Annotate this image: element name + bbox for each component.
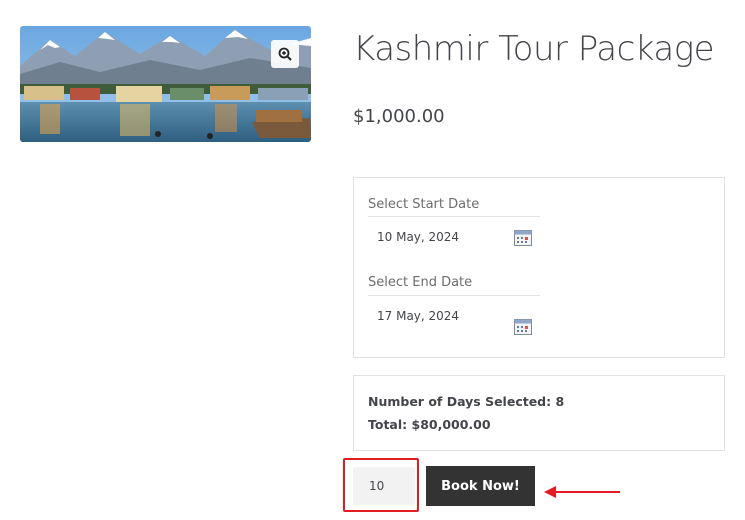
product-price: $1,000.00 — [353, 106, 445, 127]
pointer-arrow-icon — [544, 486, 620, 498]
zoom-button[interactable] — [271, 40, 299, 68]
calendar-icon[interactable] — [514, 229, 532, 246]
lake-scenery-image — [20, 26, 311, 142]
end-date-value[interactable]: 17 May, 2024 — [377, 308, 459, 324]
start-date-field[interactable]: 10 May, 2024 — [368, 216, 540, 262]
end-date-field[interactable]: 17 May, 2024 — [368, 295, 540, 341]
product-title: Kashmir Tour Package — [353, 29, 715, 69]
booking-summary: Number of Days Selected: 8 Total: $80,00… — [353, 375, 725, 451]
days-selected: Number of Days Selected: 8 — [368, 394, 565, 409]
total-price: Total: $80,000.00 — [368, 417, 491, 432]
start-date-label: Select Start Date — [368, 197, 480, 212]
booking-form: Select Start Date 10 May, 2024 Select En… — [353, 177, 725, 358]
end-date-label: Select End Date — [368, 275, 473, 290]
zoom-in-icon — [278, 47, 292, 61]
product-page: Kashmir Tour Package $1,000.00 Select St… — [0, 0, 745, 520]
start-date-value[interactable]: 10 May, 2024 — [377, 229, 459, 245]
quantity-input[interactable] — [353, 467, 415, 505]
book-now-button[interactable]: Book Now! — [426, 466, 535, 506]
calendar-icon[interactable] — [514, 318, 532, 335]
product-image[interactable] — [20, 26, 311, 142]
